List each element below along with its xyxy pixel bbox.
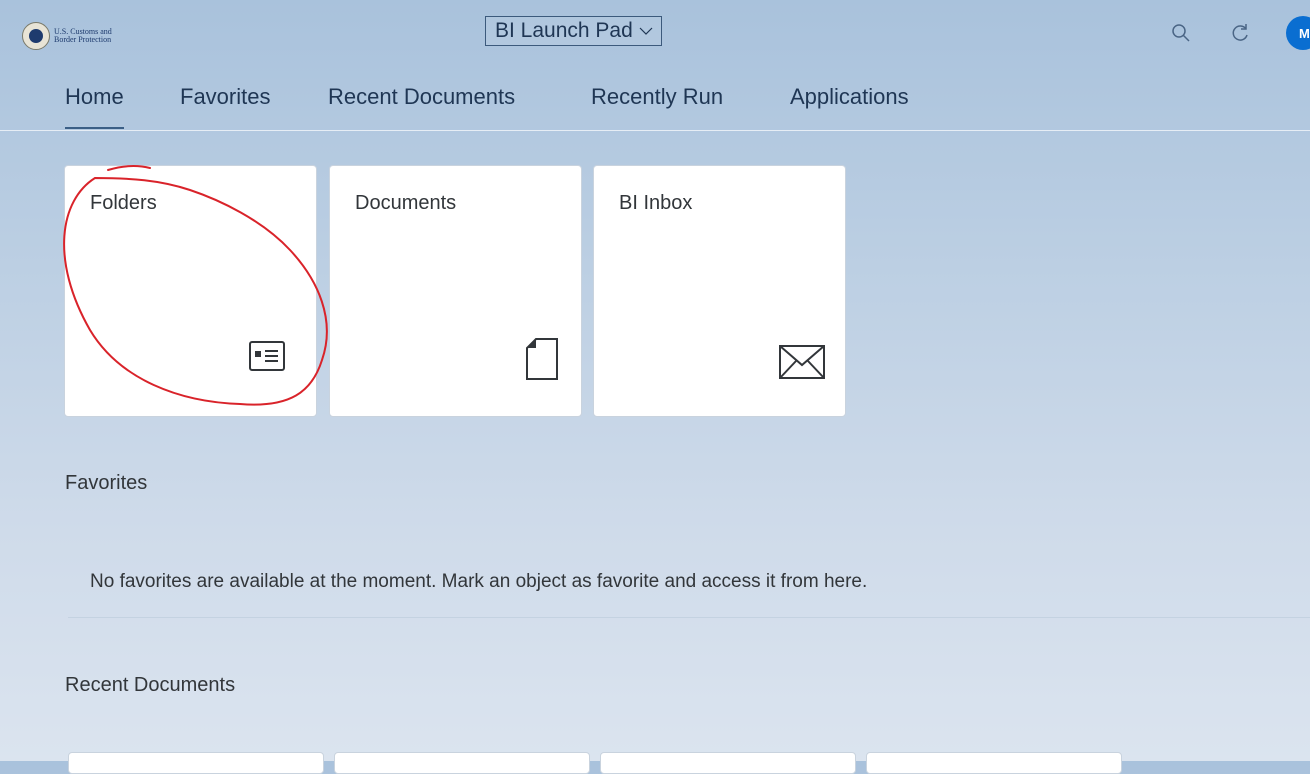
- envelope-icon: [779, 345, 825, 379]
- app-title-dropdown[interactable]: BI Launch Pad: [485, 16, 662, 46]
- search-icon[interactable]: [1170, 22, 1192, 44]
- shell-bar: U.S. Customs and Border Protection BI La…: [0, 0, 1310, 64]
- refresh-icon[interactable]: [1229, 22, 1251, 44]
- favorites-section-title: Favorites: [65, 472, 148, 494]
- user-avatar[interactable]: M: [1286, 16, 1310, 50]
- tab-recent-documents[interactable]: Recent Documents: [328, 84, 515, 110]
- tab-home[interactable]: Home: [65, 84, 124, 129]
- tile-documents[interactable]: Documents: [329, 165, 582, 417]
- cbp-logo[interactable]: U.S. Customs and Border Protection: [22, 22, 112, 50]
- tab-applications[interactable]: Applications: [790, 84, 909, 110]
- tile-folders[interactable]: Folders: [64, 165, 317, 417]
- seal-icon: [22, 22, 50, 50]
- tile-title: BI Inbox: [619, 192, 693, 214]
- tab-recently-run[interactable]: Recently Run: [591, 84, 723, 110]
- tile-title: Documents: [355, 192, 457, 214]
- logo-text-line2: Border Protection: [54, 35, 112, 44]
- recent-document-card[interactable]: [68, 752, 324, 774]
- avatar-initial: M: [1299, 25, 1310, 41]
- recent-document-card[interactable]: [334, 752, 590, 774]
- chevron-down-icon: [639, 27, 653, 35]
- recent-document-card[interactable]: [600, 752, 856, 774]
- tile-bi-inbox[interactable]: BI Inbox: [593, 165, 846, 417]
- nav-tabs: Home Favorites Recent Documents Recently…: [0, 64, 1310, 131]
- tile-title: Folders: [90, 192, 157, 214]
- app-title-label: BI Launch Pad: [495, 19, 633, 42]
- favorites-empty-message: No favorites are available at the moment…: [90, 571, 868, 592]
- tab-favorites[interactable]: Favorites: [180, 84, 270, 110]
- recent-documents-section-title: Recent Documents: [65, 674, 236, 696]
- section-divider: [68, 617, 1310, 618]
- document-icon: [526, 338, 558, 380]
- folder-card-icon: [249, 341, 285, 371]
- recent-document-card[interactable]: [866, 752, 1122, 774]
